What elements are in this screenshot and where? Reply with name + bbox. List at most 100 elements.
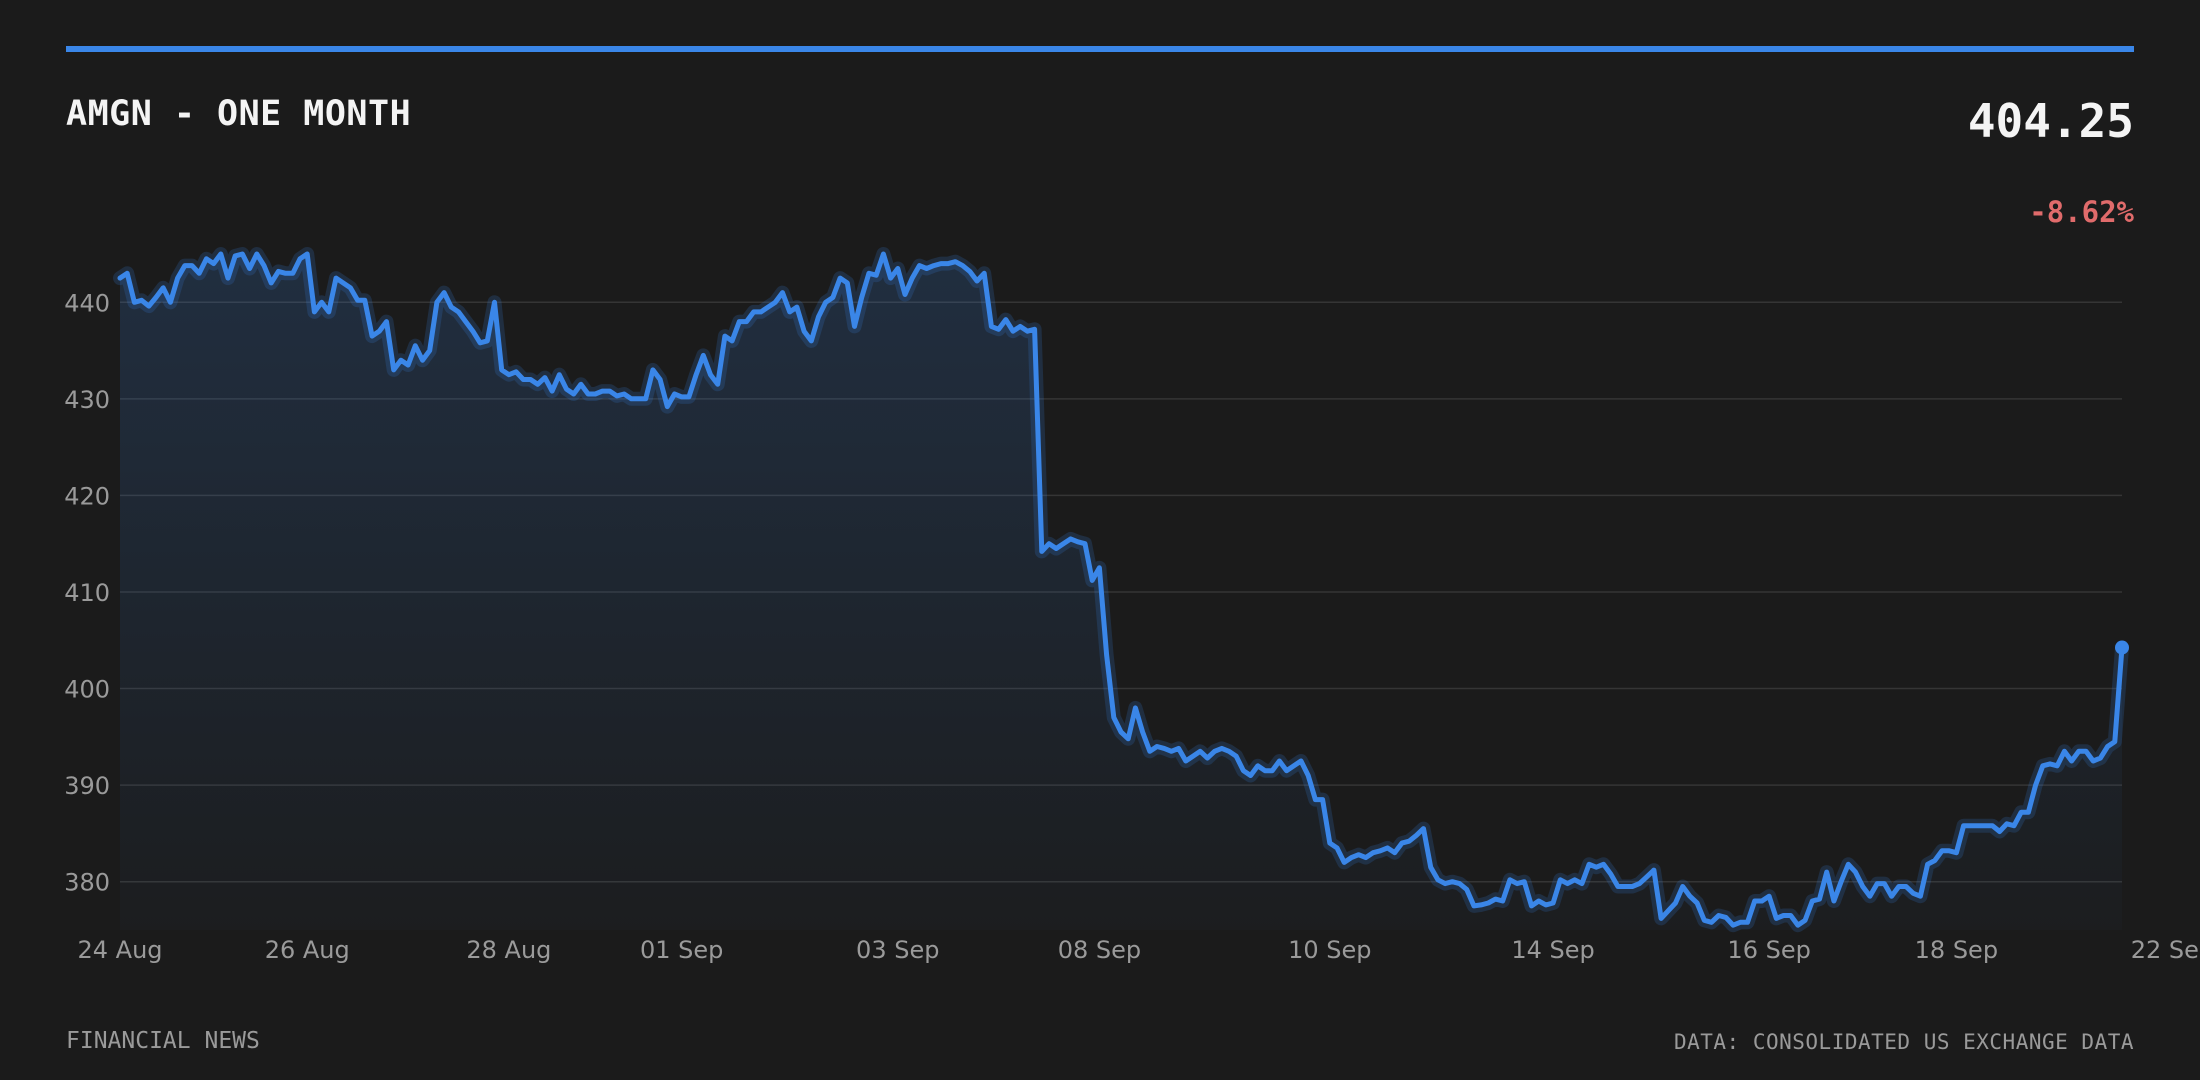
price-point [270,282,272,284]
price-point [1754,900,1756,902]
price-point [198,272,200,274]
price-point [2035,784,2037,786]
price-point [141,299,143,301]
price-point [1581,883,1583,885]
price-point [1725,916,1727,919]
price-point [1091,579,1093,582]
price-point [1862,885,1864,888]
price-point [1192,755,1194,757]
price-point [1113,716,1115,719]
price-point [976,280,978,282]
price-point [2013,825,2015,827]
price-point [1379,850,1381,852]
price-point [1927,863,1929,865]
price-point [2071,760,2073,762]
price-point [227,277,229,279]
price-point [616,395,618,397]
price-point [429,349,431,352]
price-point [1250,774,1252,777]
price-point [148,305,150,307]
price-point [1062,543,1064,545]
price-point [205,258,207,260]
price-point [1142,731,1144,733]
price-point [926,267,928,270]
price-point [465,321,467,323]
price-point [2006,823,2008,825]
price-point [1502,900,1504,902]
price-point [1977,825,1979,827]
price-point [1170,750,1172,752]
price-point [1934,859,1936,862]
price-point [2042,765,2044,767]
price-point [551,390,553,392]
price-point [2085,750,2087,752]
price-point [1451,881,1453,883]
price-point [623,393,625,395]
price-point [1314,799,1316,801]
price-point [1070,538,1072,540]
y-tick-label: 440 [64,289,110,317]
price-point [241,253,243,255]
price-point [1797,924,1799,926]
price-point [1473,905,1475,907]
price-point [1271,770,1273,772]
price-point [414,345,416,347]
price-point [443,292,445,294]
x-tick-label: 16 Sep [1727,936,1810,964]
price-point [1905,885,1907,888]
price-point [2027,811,2029,813]
price-point [1494,898,1497,900]
price-point [2056,765,2058,767]
price-point [1322,799,1324,801]
price-point [1588,863,1590,865]
price-point [457,311,460,313]
price-point [1818,898,1821,900]
price-point [666,406,668,408]
price-point [1963,825,1965,827]
price-point [709,374,712,376]
price-point [1999,830,2001,833]
price-point [767,306,769,308]
price-point [1408,840,1410,842]
price-point [1293,765,1295,767]
price-point [918,265,921,267]
price-point [472,330,474,332]
price-point [681,396,683,398]
price-point [1034,328,1036,330]
price-point [1401,842,1403,844]
price-point [1610,873,1612,875]
price-point [1775,917,1777,920]
price-point [1768,895,1770,897]
price-point [1437,879,1439,881]
price-point [177,277,179,279]
price-point [2092,760,2094,762]
price-point [1552,902,1554,904]
price-point [1221,747,1223,750]
price-point [1847,863,1849,865]
price-point [508,374,510,376]
price-point [1689,895,1691,897]
price-point [1826,871,1828,873]
price-point [803,330,805,332]
price-point [285,272,287,274]
price-point [1386,847,1389,849]
price-point [400,359,402,361]
price-point [1667,910,1669,912]
x-tick-label: 22 Sep [2131,936,2200,964]
price-point [1422,828,1425,830]
price-point [1660,917,1662,920]
price-point [1523,881,1525,883]
price-point [306,253,308,255]
price-point [1127,738,1129,740]
price-point [299,258,301,260]
price-point [1732,924,1734,926]
price-point [263,265,265,267]
x-tick-label: 26 Aug [265,936,350,964]
price-point [1106,654,1108,656]
price-point [1480,904,1482,906]
price-point [249,267,251,270]
price-point [897,267,899,270]
y-tick-label: 430 [64,386,110,414]
price-point [155,296,157,298]
price-point [1350,857,1352,859]
